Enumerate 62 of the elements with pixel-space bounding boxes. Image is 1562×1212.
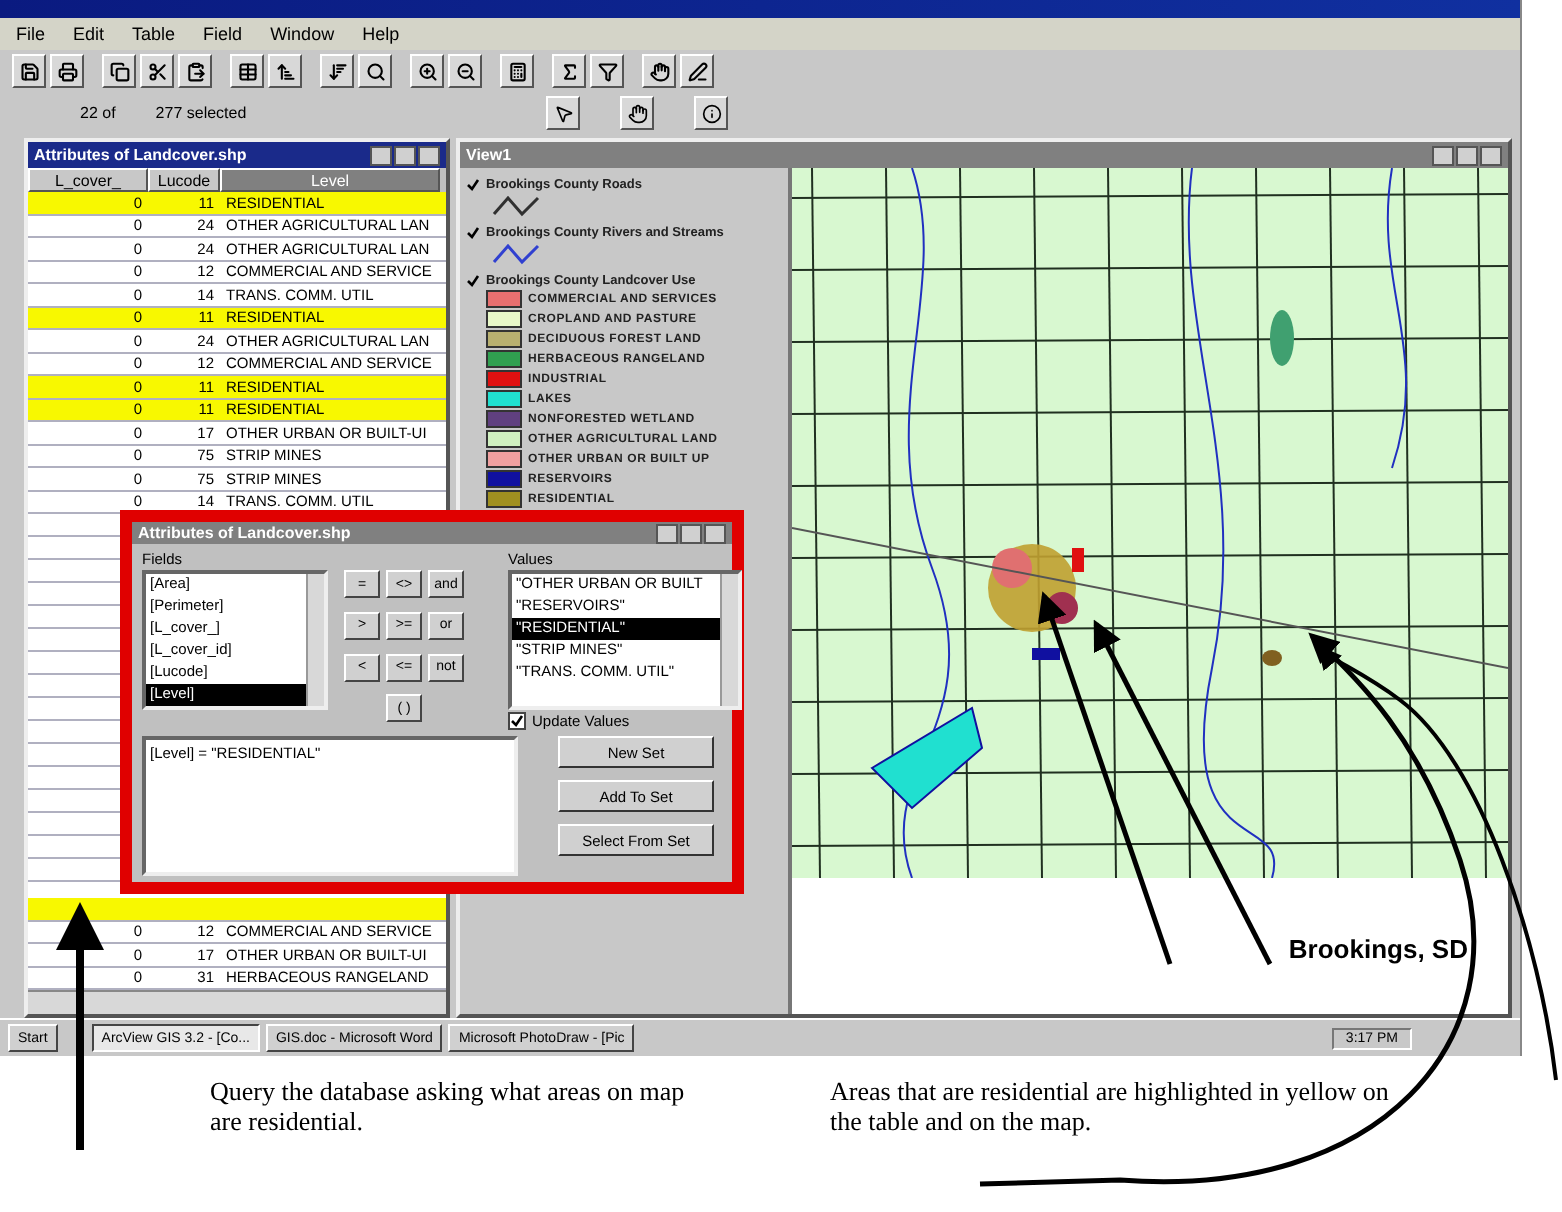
toolbar-button[interactable] [500,54,534,88]
tool-icon [19,61,39,81]
toolbar-button[interactable] [620,96,655,130]
tool-icon [365,61,385,81]
window-title: Attributes of Landcover.shp [132,522,732,544]
selected-count: 277 selected [155,104,247,122]
map-label: Brookings, SD [1288,934,1468,964]
tool-icon [237,61,257,81]
toolbar-button[interactable] [694,96,729,130]
tool-icon [559,61,579,81]
toolbar-button[interactable] [358,54,392,88]
toolbar-button[interactable] [642,54,676,88]
toolbar-button[interactable] [178,54,212,88]
menu-item[interactable]: File [16,24,46,44]
tool-icon [327,61,347,81]
check-mark[interactable] [466,224,480,240]
toolbar-button[interactable] [590,54,624,88]
toolbar-button[interactable] [680,54,714,88]
annotation-text: Areas that are residential are highlighted in yellow on the table and on the map. [830,1076,1391,1136]
toolbar-button[interactable] [50,54,84,88]
menu-item[interactable]: Table [132,24,176,44]
tool-icon [597,61,617,81]
annotation-text: Query the database asking what areas on map are residential. [210,1076,687,1136]
toolbar-button[interactable] [140,54,174,88]
tool-icon [57,61,77,81]
scrollbar[interactable] [720,574,738,706]
tool-icon [417,61,437,81]
scrollbar[interactable] [306,574,324,706]
check-mark[interactable] [466,272,480,288]
toolbar-button[interactable] [448,54,482,88]
window-title: Attributes of Landcover.shp [28,142,446,168]
toolbar-button[interactable] [320,54,354,88]
tool-icon [455,61,475,81]
pointer-icon [553,103,574,123]
tool-icon [649,61,669,81]
toolbar-button[interactable] [546,96,581,130]
tool-icon [147,61,167,81]
toolbar-button[interactable] [12,54,46,88]
column-header[interactable]: Level [220,168,440,192]
toolbar-button[interactable] [552,54,586,88]
tool-icon [275,61,295,81]
tool-icon [687,61,707,81]
toolbar-button[interactable] [102,54,136,88]
info-icon [701,103,722,123]
toolbar-button[interactable] [268,54,302,88]
menu-item[interactable]: Window [270,24,335,44]
window-title: View1 [460,142,1508,168]
tool-icon [109,61,129,81]
column-header[interactable]: L_cover_ [28,168,148,192]
check-mark[interactable] [466,176,480,192]
hand-icon [627,103,648,123]
menu-item[interactable]: Field [203,24,243,44]
tool-icon [507,61,527,81]
record-count: 22 of [80,104,116,122]
toolbar-button[interactable] [410,54,444,88]
checkbox[interactable] [508,712,526,730]
menu-item[interactable]: Help [362,24,400,44]
scrollbar[interactable] [28,990,446,1014]
tool-icon [185,61,205,81]
toolbar-button[interactable] [230,54,264,88]
menu-item[interactable]: Edit [73,24,105,44]
column-header[interactable]: Lucode [148,168,220,192]
